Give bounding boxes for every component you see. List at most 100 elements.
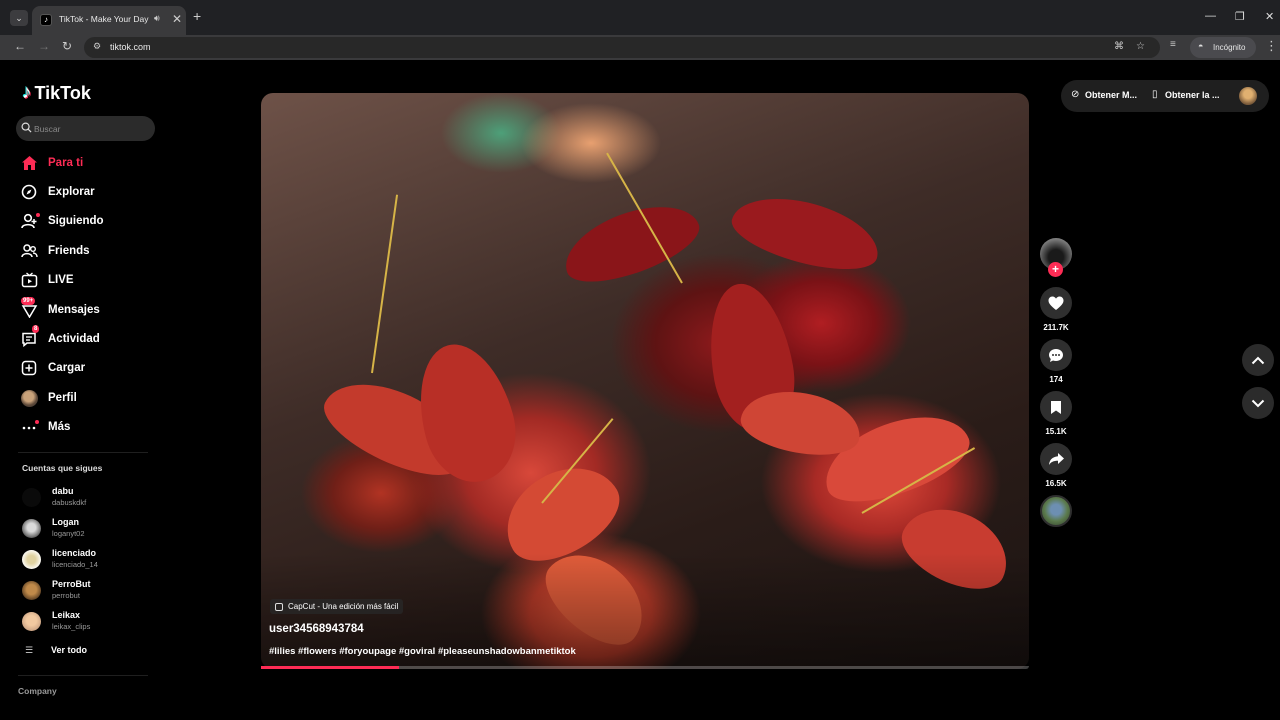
bookmark-star-icon[interactable]: ☆ (1136, 41, 1145, 52)
sidebar-item-explorar[interactable]: Explorar (20, 181, 170, 203)
sidebar-item-mensajes[interactable]: 99+ Mensajes (20, 297, 170, 321)
following-account[interactable]: Leikax leikax_clips (22, 610, 162, 634)
back-icon[interactable]: ← (14, 39, 26, 53)
account-handle: dabuskdkf (52, 498, 87, 507)
activity-icon: 8 (20, 325, 40, 348)
video-author[interactable]: user34568943784 (269, 623, 364, 635)
speaker-icon[interactable]: 🔊︎ (154, 13, 160, 24)
like-action[interactable]: 211.7K (1040, 287, 1072, 332)
see-all-label: Ver todo (51, 645, 88, 655)
sidebar-item-label: Friends (48, 245, 90, 257)
media-control-icon[interactable]: ≡ (1170, 39, 1176, 50)
share-arrow-icon (1048, 453, 1064, 465)
video-player[interactable] (261, 93, 1029, 669)
search-icon (21, 122, 32, 133)
window-close-icon[interactable]: ✕ (1265, 10, 1274, 23)
comment-icon (1049, 348, 1063, 362)
profile-avatar[interactable] (1239, 87, 1257, 105)
previous-video-button[interactable] (1242, 344, 1274, 376)
new-tab-button[interactable]: + (193, 9, 201, 23)
address-bar[interactable]: ⚙ tiktok.com ⌘ ☆ (84, 37, 1160, 58)
comment-count: 174 (1049, 375, 1063, 384)
avatar (22, 581, 41, 600)
sidebar-item-perfil[interactable]: Perfil (20, 387, 170, 409)
user-follow-icon (20, 212, 40, 230)
sidebar-item-para-ti[interactable]: Para ti (20, 152, 170, 174)
sidebar-item-mas[interactable]: Más (20, 416, 170, 438)
reload-icon[interactable]: ↻ (62, 39, 72, 53)
chevron-down-icon (1251, 399, 1265, 407)
top-actions-bar: ⊘ Obtener M... ▯ Obtener la ... (1061, 80, 1269, 112)
comment-button[interactable] (1040, 339, 1072, 371)
divider (18, 452, 148, 453)
like-button[interactable] (1040, 287, 1072, 319)
activity-badge: 8 (32, 325, 40, 333)
profile-avatar-icon (20, 389, 38, 407)
sidebar-item-cargar[interactable]: Cargar (20, 357, 170, 379)
phone-icon: ▯ (1152, 89, 1158, 100)
browser-toolbar: ← → ↻ ⚙ tiktok.com ⌘ ☆ ≡ ◓ Incógnito ⋮ (0, 35, 1280, 60)
account-handle: perrobut (52, 591, 80, 600)
browser-menu-icon[interactable]: ⋮ (1265, 38, 1278, 54)
restore-icon[interactable]: ❐ (1235, 10, 1245, 23)
tiktok-note-icon: ♪ (22, 82, 32, 103)
messages-badge: 99+ (21, 297, 36, 305)
see-all-link[interactable]: ☰ Ver todo (22, 644, 142, 658)
tab-search-button[interactable]: ⌄ (10, 10, 28, 26)
share-button[interactable] (1040, 443, 1072, 475)
more-icon (20, 418, 39, 436)
video-caption[interactable]: #lilies #flowers #foryoupage #goviral #p… (269, 646, 576, 657)
url-text[interactable]: tiktok.com (110, 42, 151, 52)
following-account[interactable]: dabu dabuskdkf (22, 486, 162, 510)
share-action[interactable]: 16.5K (1040, 443, 1072, 488)
save-action[interactable]: 15.1K (1040, 391, 1072, 436)
sidebar-item-label: Actividad (48, 333, 100, 345)
forward-icon[interactable]: → (38, 39, 50, 53)
video-progress-bar[interactable] (261, 666, 1029, 669)
list-icon: ☰ (25, 645, 34, 655)
tiktok-favicon-icon: ♪ (40, 14, 52, 26)
capcut-effect-tag[interactable]: CapCut - Una edición más fácil (270, 599, 404, 614)
like-count: 211.7K (1043, 323, 1069, 332)
get-app-button[interactable]: Obtener la ... (1165, 90, 1220, 100)
lily-petal (725, 184, 887, 282)
sidebar-item-friends[interactable]: Friends (20, 240, 170, 262)
capcut-icon (275, 602, 283, 611)
browser-tab[interactable]: ♪ TikTok - Make Your Day 🔊︎ ✕ (32, 6, 186, 35)
comment-action[interactable]: 174 (1040, 339, 1072, 384)
tiktok-logo[interactable]: ♪ TikTok (22, 82, 91, 104)
avatar (22, 612, 41, 631)
lily-petal (554, 190, 708, 296)
sidebar-item-siguiendo[interactable]: Siguiendo (20, 210, 170, 232)
account-name: PerroBut (52, 579, 91, 589)
next-video-button[interactable] (1242, 387, 1274, 419)
follow-plus-icon[interactable]: + (1048, 262, 1063, 277)
account-handle: licenciado_14 (52, 560, 98, 569)
translate-icon[interactable]: ⌘ (1114, 41, 1124, 52)
search-bar[interactable] (16, 116, 155, 141)
following-account[interactable]: PerroBut perrobut (22, 579, 162, 603)
search-input[interactable] (34, 121, 144, 136)
sidebar-item-label: Siguiendo (48, 215, 104, 227)
sidebar-item-actividad[interactable]: 8 Actividad (20, 325, 170, 350)
upload-icon (20, 359, 38, 377)
message-icon: 99+ (20, 297, 38, 319)
tab-close-icon[interactable]: ✕ (172, 12, 182, 26)
following-section-title: Cuentas que sigues (22, 463, 103, 473)
incognito-indicator[interactable]: ◓ Incógnito (1190, 37, 1256, 58)
get-coins-button[interactable]: Obtener M... (1085, 90, 1137, 100)
account-name: Leikax (52, 610, 81, 620)
notification-dot (36, 213, 40, 217)
sidebar-item-label: Mensajes (48, 304, 100, 316)
following-account[interactable]: licenciado licenciado_14 (22, 548, 162, 572)
following-account[interactable]: Logan loganyt02 (22, 517, 162, 541)
sidebar-item-live[interactable]: LIVE (20, 269, 170, 291)
account-handle: loganyt02 (52, 529, 85, 538)
share-count: 16.5K (1045, 479, 1067, 488)
save-button[interactable] (1040, 391, 1072, 423)
sound-disc[interactable] (1040, 495, 1072, 527)
site-info-icon[interactable]: ⚙ (93, 41, 101, 52)
logo-text: TikTok (34, 82, 91, 103)
minimize-icon[interactable]: — (1205, 10, 1216, 22)
chevron-up-icon (1251, 356, 1265, 364)
